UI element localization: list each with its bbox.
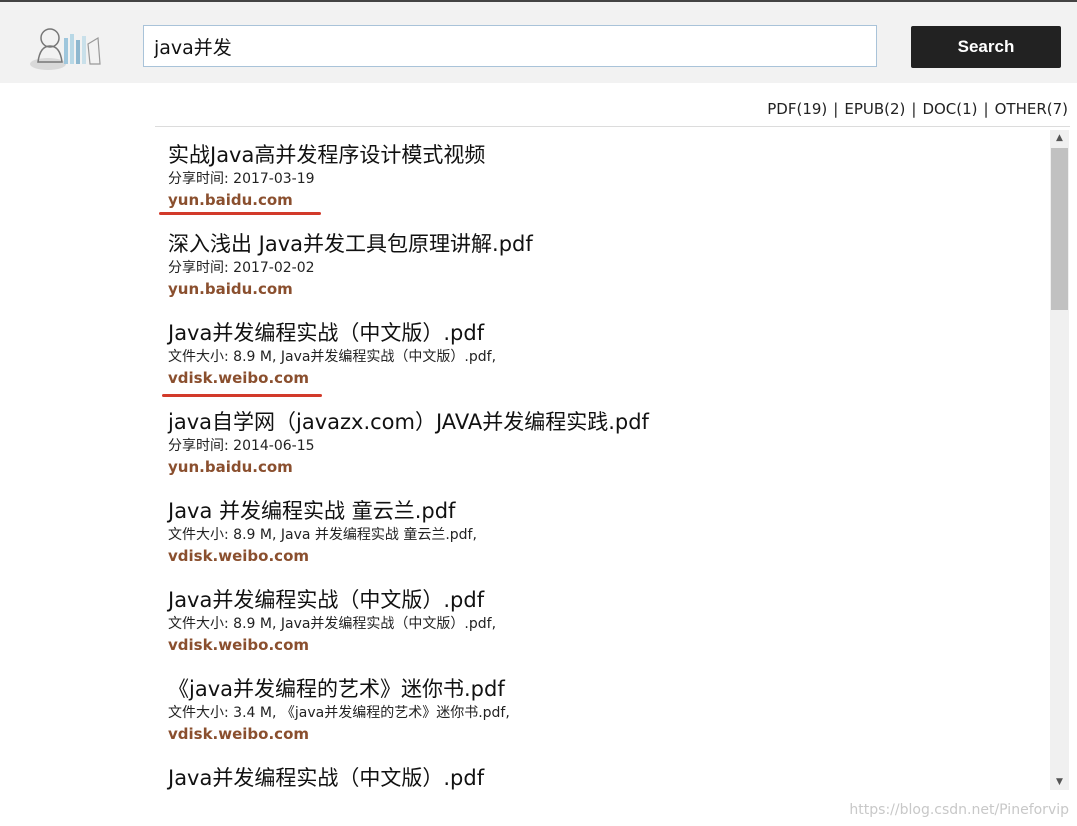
filter-separator: | xyxy=(983,100,989,118)
results-panel: 实战Java高并发程序设计模式视频 分享时间: 2017-03-19 yun.b… xyxy=(155,126,1070,793)
filter-other[interactable]: OTHER(7) xyxy=(995,100,1068,118)
filter-epub[interactable]: EPUB(2) xyxy=(844,100,905,118)
scrollbar-thumb[interactable] xyxy=(1051,148,1068,310)
result-meta: 文件大小: 8.9 M, Java并发编程实战（中文版）.pdf, xyxy=(168,349,497,365)
result-item: 深入浅出 Java并发工具包原理讲解.pdf 分享时间: 2017-02-02 … xyxy=(168,231,1048,320)
arrow-up-icon[interactable]: ▲ xyxy=(1050,130,1069,146)
result-title[interactable]: 深入浅出 Java并发工具包原理讲解.pdf xyxy=(168,231,1048,257)
result-meta: 文件大小: 8.9 M, Java并发编程实战（中文版）.pdf, xyxy=(168,616,497,632)
result-title[interactable]: Java并发编程实战（中文版）.pdf xyxy=(168,320,1048,346)
result-item: Java 并发编程实战 童云兰.pdf 文件大小: 8.9 M, Java 并发… xyxy=(168,498,1048,587)
result-title[interactable]: Java 并发编程实战 童云兰.pdf xyxy=(168,498,1048,524)
result-title[interactable]: 实战Java高并发程序设计模式视频 xyxy=(168,142,1048,168)
result-meta: 分享时间: 2017-03-19 xyxy=(168,171,315,187)
annotation-underline xyxy=(159,212,321,215)
result-item: 《java并发编程的艺术》迷你书.pdf 文件大小: 3.4 M, 《java并… xyxy=(168,676,1048,765)
results-list: 实战Java高并发程序设计模式视频 分享时间: 2017-03-19 yun.b… xyxy=(168,142,1048,793)
result-source-link[interactable]: vdisk.weibo.com xyxy=(168,724,1048,744)
result-meta: 文件大小: 8.9 M, Java 并发编程实战 童云兰.pdf, xyxy=(168,527,477,543)
watermark: https://blog.csdn.net/Pineforvip xyxy=(849,802,1069,818)
result-meta: 分享时间: 2014-06-15 xyxy=(168,438,315,454)
result-item: 实战Java高并发程序设计模式视频 分享时间: 2017-03-19 yun.b… xyxy=(168,142,1048,231)
filter-separator: | xyxy=(833,100,839,118)
result-title[interactable]: java自学网（javazx.com）JAVA并发编程实践.pdf xyxy=(168,409,1048,435)
reading-baby-logo-icon[interactable] xyxy=(26,24,106,72)
result-title[interactable]: 《java并发编程的艺术》迷你书.pdf xyxy=(168,676,1048,702)
result-source-link[interactable]: yun.baidu.com xyxy=(168,457,1048,477)
results-scrollbar[interactable]: ▲ ▼ xyxy=(1050,130,1069,790)
result-source-link[interactable]: yun.baidu.com xyxy=(168,190,1048,210)
result-title[interactable]: Java并发编程实战（中文版）.pdf xyxy=(168,765,1048,791)
result-item: java自学网（javazx.com）JAVA并发编程实践.pdf 分享时间: … xyxy=(168,409,1048,498)
result-source-link[interactable]: vdisk.weibo.com xyxy=(168,368,1048,388)
search-button[interactable]: Search xyxy=(911,26,1061,68)
result-title[interactable]: Java并发编程实战（中文版）.pdf xyxy=(168,587,1048,613)
result-item: Java并发编程实战（中文版）.pdf xyxy=(168,765,1048,793)
search-input[interactable] xyxy=(143,25,877,67)
result-meta: 文件大小: 3.4 M, 《java并发编程的艺术》迷你书.pdf, xyxy=(168,705,510,721)
filetype-filter-bar: PDF(19) | EPUB(2) | DOC(1) | OTHER(7) xyxy=(767,100,1068,118)
result-source-link[interactable]: vdisk.weibo.com xyxy=(168,546,1048,566)
result-source-link[interactable]: vdisk.weibo.com xyxy=(168,635,1048,655)
arrow-down-icon[interactable]: ▼ xyxy=(1050,774,1069,790)
annotation-underline xyxy=(162,394,322,397)
result-source-link[interactable]: yun.baidu.com xyxy=(168,279,1048,299)
filter-doc[interactable]: DOC(1) xyxy=(922,100,977,118)
filter-separator: | xyxy=(911,100,917,118)
result-item: Java并发编程实战（中文版）.pdf 文件大小: 8.9 M, Java并发编… xyxy=(168,587,1048,676)
header: Search xyxy=(0,2,1077,83)
result-meta: 分享时间: 2017-02-02 xyxy=(168,260,315,276)
filter-pdf[interactable]: PDF(19) xyxy=(767,100,827,118)
